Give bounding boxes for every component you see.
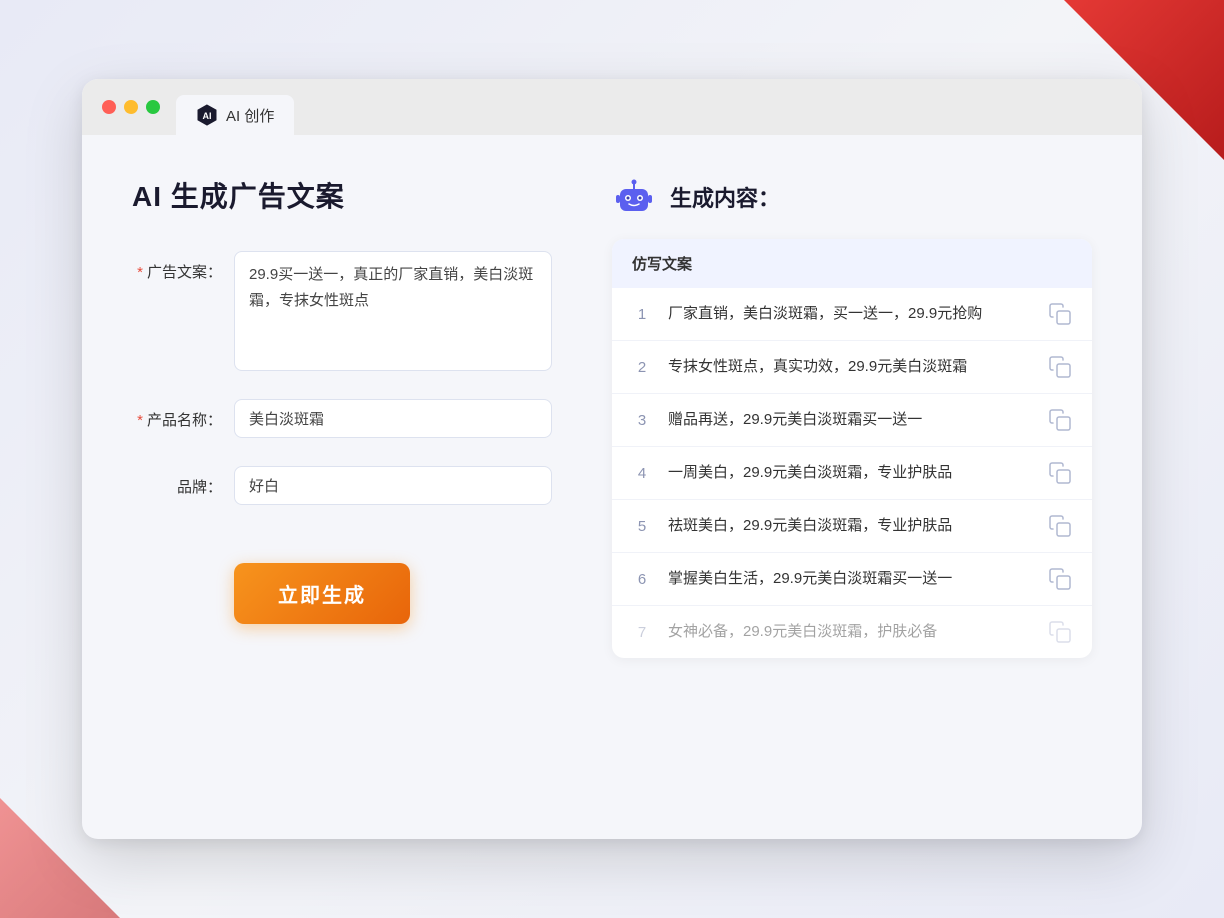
browser-window: AI AI 创作 AI 生成广告文案 *广告文案： 29.9买一送一，真正的厂家…	[82, 79, 1142, 839]
row-number: 6	[632, 571, 652, 588]
copy-icon[interactable]	[1048, 355, 1072, 379]
main-content: AI 生成广告文案 *广告文案： 29.9买一送一，真正的厂家直销，美白淡斑霜，…	[82, 135, 1142, 839]
page-title: AI 生成广告文案	[132, 175, 552, 215]
row-text: 一周美白，29.9元美白淡斑霜，专业护肤品	[668, 462, 1032, 485]
product-name-label: *产品名称：	[132, 399, 222, 430]
row-number: 2	[632, 359, 652, 376]
ad-copy-group: *广告文案： 29.9买一送一，真正的厂家直销，美白淡斑霜，专抹女性斑点	[132, 251, 552, 371]
ad-copy-input[interactable]: 29.9买一送一，真正的厂家直销，美白淡斑霜，专抹女性斑点	[234, 251, 552, 371]
close-button[interactable]	[102, 100, 116, 114]
left-panel: AI 生成广告文案 *广告文案： 29.9买一送一，真正的厂家直销，美白淡斑霜，…	[132, 175, 552, 799]
svg-text:AI: AI	[203, 111, 212, 121]
copy-icon[interactable]	[1048, 461, 1072, 485]
copy-icon[interactable]	[1048, 408, 1072, 432]
copy-icon[interactable]	[1048, 620, 1072, 644]
result-rows-container: 1 厂家直销，美白淡斑霜，买一送一，29.9元抢购 2 专抹女性斑点，真实功效，…	[612, 288, 1092, 658]
right-panel: 生成内容： 仿写文案 1 厂家直销，美白淡斑霜，买一送一，29.9元抢购 2 专…	[612, 175, 1092, 799]
row-text: 专抹女性斑点，真实功效，29.9元美白淡斑霜	[668, 356, 1032, 379]
bot-icon	[612, 175, 656, 219]
table-header: 仿写文案	[612, 239, 1092, 288]
generate-button[interactable]: 立即生成	[234, 563, 410, 624]
ai-tab[interactable]: AI AI 创作	[176, 95, 294, 135]
row-text: 赠品再送，29.9元美白淡斑霜买一送一	[668, 409, 1032, 432]
result-header: 生成内容：	[612, 175, 1092, 219]
row-number: 3	[632, 412, 652, 429]
table-row: 7 女神必备，29.9元美白淡斑霜，护肤必备	[612, 606, 1092, 658]
brand-input[interactable]	[234, 466, 552, 505]
required-star-ad: *	[137, 264, 143, 281]
row-number: 5	[632, 518, 652, 535]
maximize-button[interactable]	[146, 100, 160, 114]
copy-icon[interactable]	[1048, 567, 1072, 591]
table-row: 2 专抹女性斑点，真实功效，29.9元美白淡斑霜	[612, 341, 1092, 394]
title-bar: AI AI 创作	[82, 79, 1142, 135]
row-text: 厂家直销，美白淡斑霜，买一送一，29.9元抢购	[668, 303, 1032, 326]
table-row: 4 一周美白，29.9元美白淡斑霜，专业护肤品	[612, 447, 1092, 500]
copy-icon[interactable]	[1048, 302, 1072, 326]
row-number: 7	[632, 624, 652, 641]
brand-label: 品牌：	[132, 466, 222, 497]
traffic-lights	[102, 100, 160, 114]
result-table: 仿写文案 1 厂家直销，美白淡斑霜，买一送一，29.9元抢购 2 专抹女性斑点，…	[612, 239, 1092, 658]
ad-copy-label: *广告文案：	[132, 251, 222, 282]
minimize-button[interactable]	[124, 100, 138, 114]
table-row: 3 赠品再送，29.9元美白淡斑霜买一送一	[612, 394, 1092, 447]
row-number: 1	[632, 306, 652, 323]
table-row: 1 厂家直销，美白淡斑霜，买一送一，29.9元抢购	[612, 288, 1092, 341]
ai-tab-icon: AI	[196, 104, 218, 126]
tab-label: AI 创作	[226, 105, 274, 126]
row-text: 女神必备，29.9元美白淡斑霜，护肤必备	[668, 621, 1032, 644]
table-row: 5 祛斑美白，29.9元美白淡斑霜，专业护肤品	[612, 500, 1092, 553]
row-number: 4	[632, 465, 652, 482]
required-star-product: *	[137, 412, 143, 429]
product-name-input[interactable]	[234, 399, 552, 438]
result-title: 生成内容：	[670, 181, 780, 213]
table-row: 6 掌握美白生活，29.9元美白淡斑霜买一送一	[612, 553, 1092, 606]
row-text: 祛斑美白，29.9元美白淡斑霜，专业护肤品	[668, 515, 1032, 538]
brand-group: 品牌：	[132, 466, 552, 505]
product-name-group: *产品名称：	[132, 399, 552, 438]
row-text: 掌握美白生活，29.9元美白淡斑霜买一送一	[668, 568, 1032, 591]
copy-icon[interactable]	[1048, 514, 1072, 538]
